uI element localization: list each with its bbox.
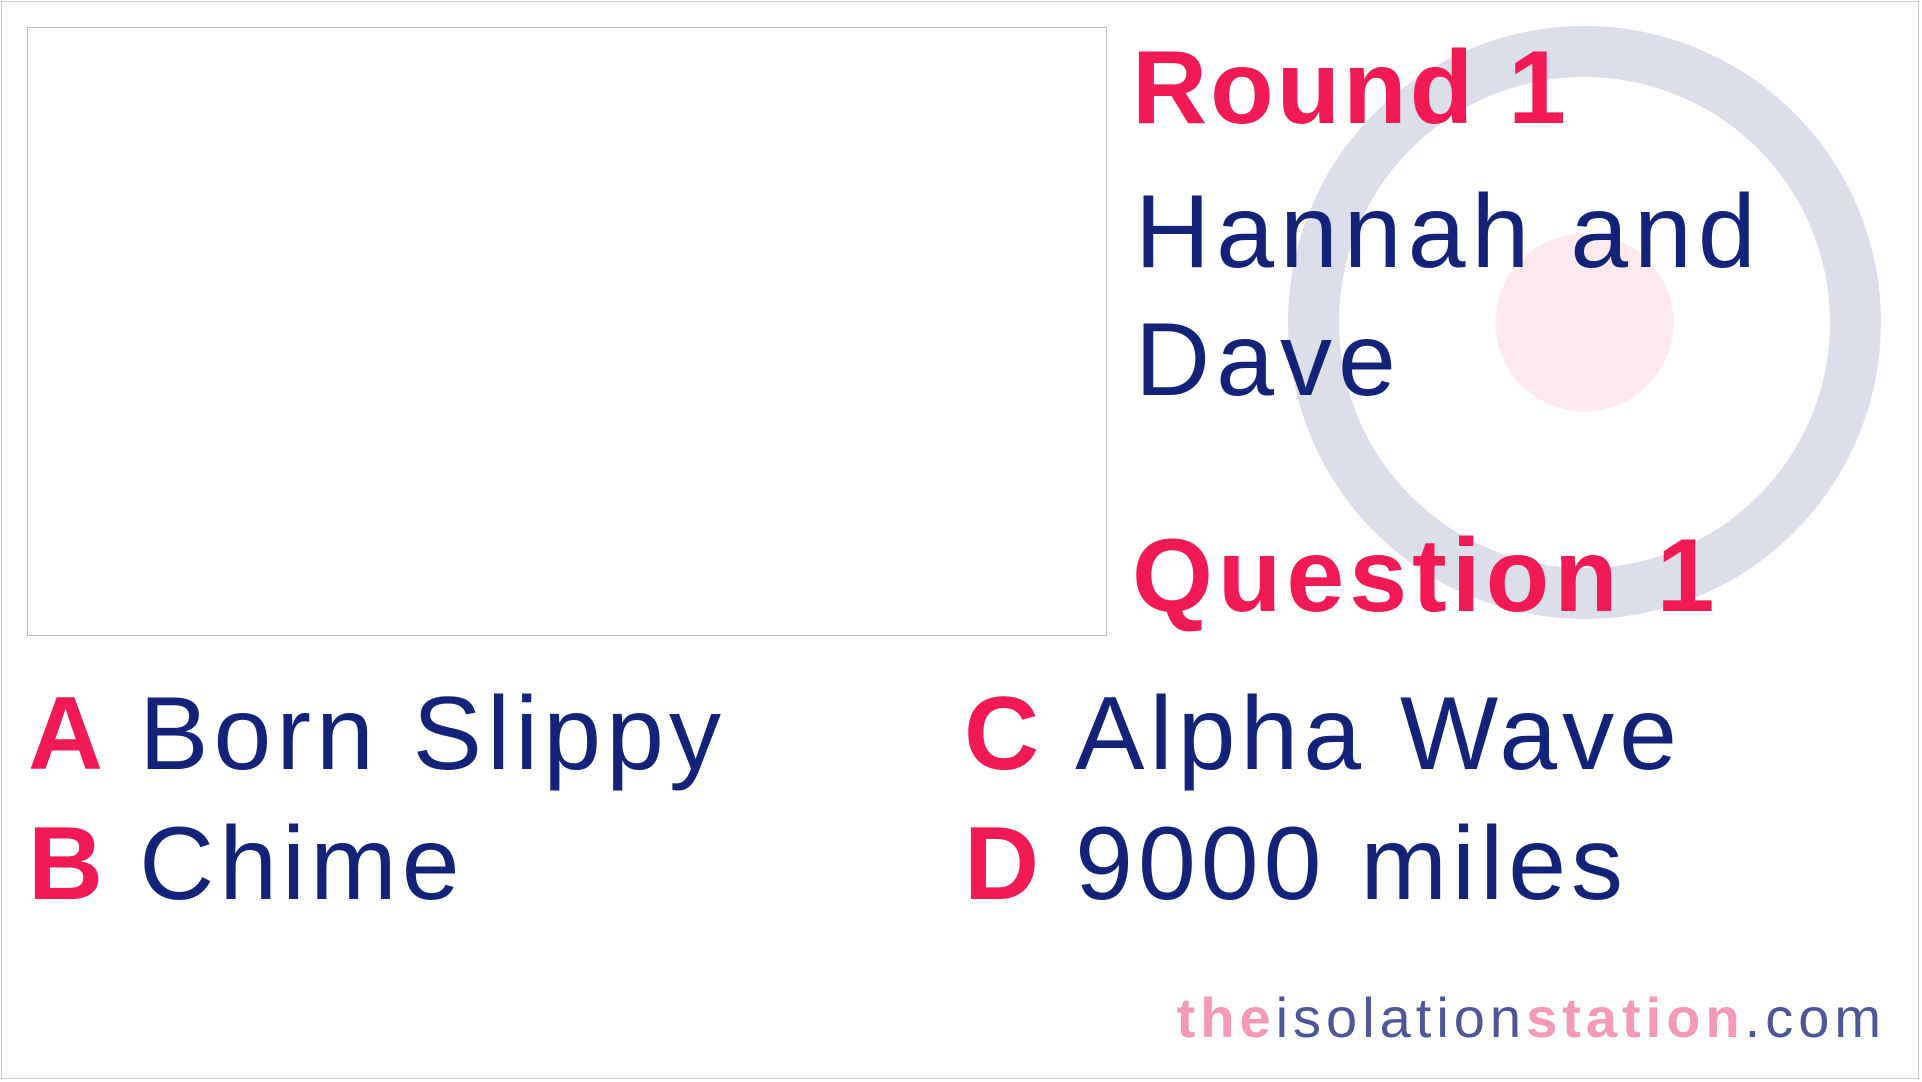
question-title: Question 1 bbox=[1132, 518, 1720, 634]
site-url: theisolationstation.com bbox=[1177, 990, 1886, 1046]
answer-option-a[interactable]: A Born Slippy bbox=[28, 682, 726, 786]
answer-letter: D bbox=[964, 806, 1040, 922]
player-names-line-1: Hannah and bbox=[1135, 174, 1762, 290]
quiz-card: Round 1 Hannah and Dave Question 1 A Born… bbox=[1, 1, 1919, 1079]
site-url-part: station bbox=[1526, 986, 1745, 1049]
answer-text: Alpha Wave bbox=[1075, 676, 1682, 792]
answer-text: Chime bbox=[139, 806, 465, 922]
answer-letter: B bbox=[28, 806, 104, 922]
site-url-part: .com bbox=[1744, 986, 1886, 1049]
video-placeholder bbox=[27, 27, 1107, 636]
site-url-part: isolation bbox=[1275, 986, 1527, 1049]
answer-option-c[interactable]: C Alpha Wave bbox=[964, 682, 1682, 786]
site-url-part: the bbox=[1176, 986, 1276, 1049]
answer-letter: A bbox=[28, 676, 104, 792]
player-names: Hannah and Dave bbox=[1135, 168, 1835, 424]
round-title: Round 1 bbox=[1132, 30, 1569, 146]
answer-text: Born Slippy bbox=[139, 676, 726, 792]
player-names-line-2: Dave bbox=[1135, 302, 1402, 418]
answer-option-b[interactable]: B Chime bbox=[28, 812, 465, 916]
answer-option-d[interactable]: D 9000 miles bbox=[964, 812, 1628, 916]
answer-text: 9000 miles bbox=[1075, 806, 1629, 922]
answer-letter: C bbox=[964, 676, 1040, 792]
